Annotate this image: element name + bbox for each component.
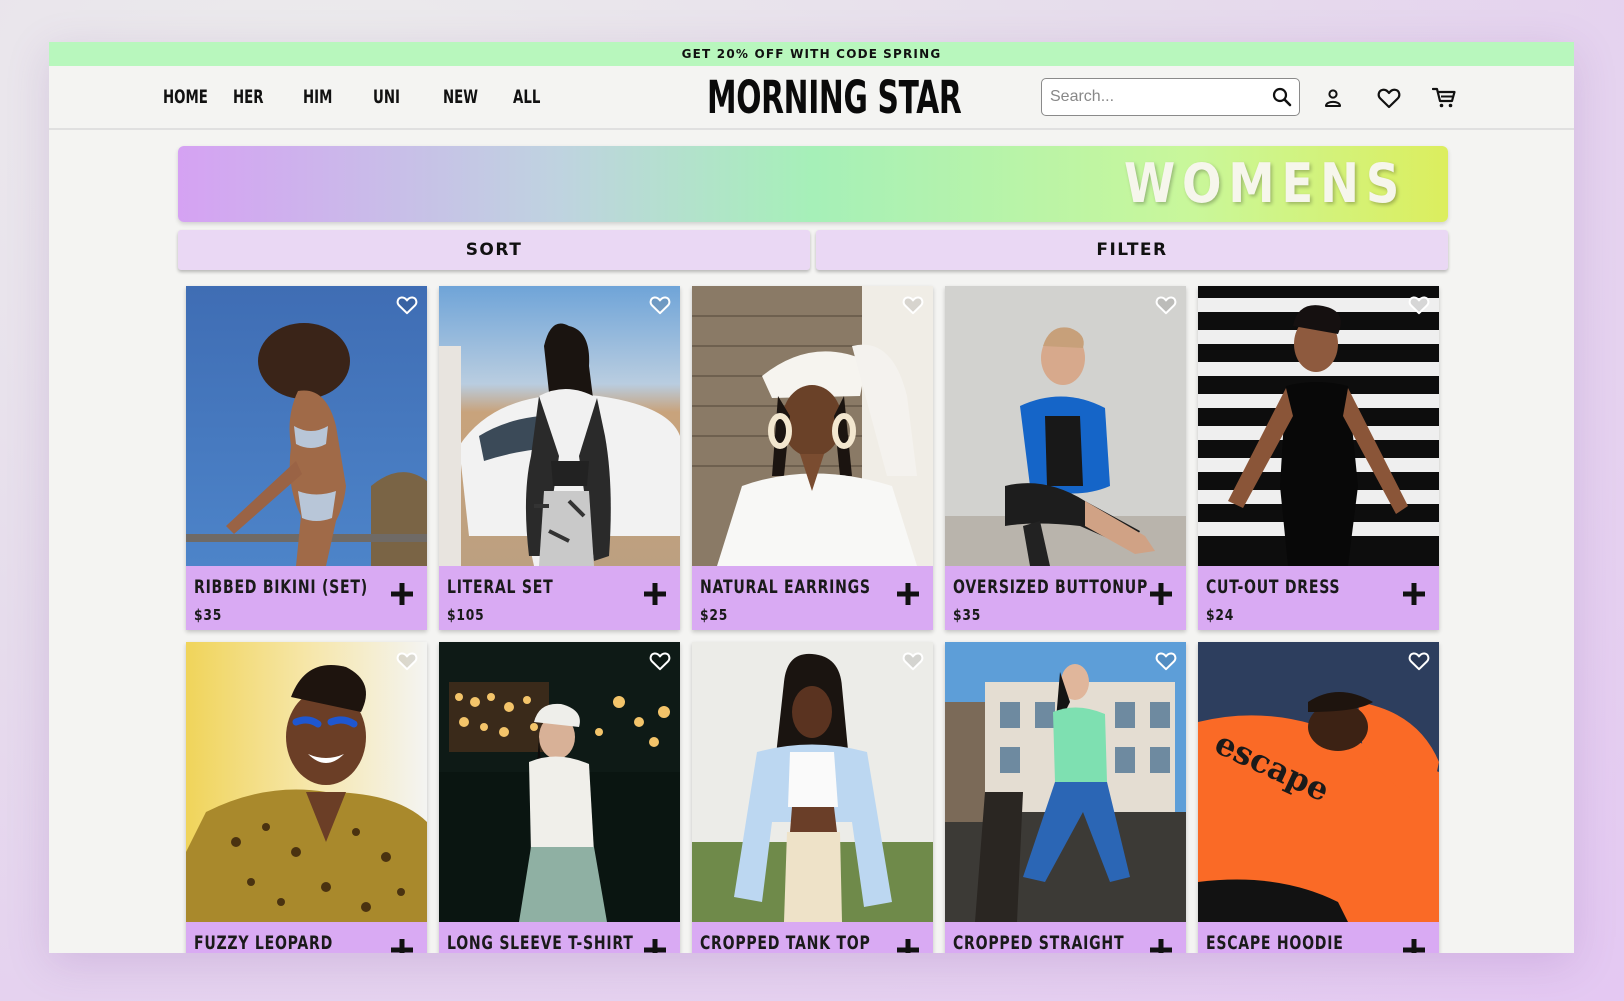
product-info: CROPPED TANK TOP — [692, 922, 933, 953]
nav-her[interactable]: HER — [233, 86, 268, 108]
product-info: LONG SLEEVE T-SHIRT — [439, 922, 680, 953]
product-image[interactable] — [186, 642, 427, 922]
product-info: OVERSIZED BUTTONUP $35 — [945, 566, 1186, 630]
add-to-cart-plus-icon[interactable] — [896, 582, 920, 606]
favorite-heart-icon[interactable] — [396, 651, 418, 671]
nav-home[interactable]: HOME — [163, 86, 208, 108]
favorite-heart-icon[interactable] — [1408, 651, 1430, 671]
nav-uni[interactable]: UNI — [373, 86, 408, 108]
filter-button[interactable]: FILTER — [816, 230, 1448, 270]
product-info: FUZZY LEOPARD — [186, 922, 427, 953]
product-image[interactable] — [1198, 286, 1439, 566]
product-name[interactable]: CUT-OUT DRESS — [1206, 576, 1340, 598]
nav-all[interactable]: ALL — [513, 86, 548, 108]
product-card[interactable]: CROPPED STRAIGHT — [945, 642, 1186, 953]
nav-new[interactable]: NEW — [443, 86, 478, 108]
category-banner: WOMENS — [178, 146, 1448, 222]
site-header: HOME HER HIM UNI NEW ALL MORNING STAR — [49, 66, 1574, 130]
favorite-heart-icon[interactable] — [1155, 295, 1177, 315]
product-card[interactable]: CROPPED TANK TOP — [692, 642, 933, 953]
product-name[interactable]: LONG SLEEVE T-SHIRT — [447, 932, 634, 953]
product-image[interactable] — [945, 642, 1186, 922]
product-name[interactable]: CROPPED TANK TOP — [700, 932, 871, 953]
product-info: CROPPED STRAIGHT — [945, 922, 1186, 953]
add-to-cart-plus-icon[interactable] — [643, 582, 667, 606]
product-name[interactable]: NATURAL EARRINGS — [700, 576, 871, 598]
product-info: LITERAL SET $105 — [439, 566, 680, 630]
favorite-heart-icon[interactable] — [902, 651, 924, 671]
product-price: $35 — [194, 606, 223, 624]
product-name[interactable]: FUZZY LEOPARD — [194, 932, 333, 953]
product-card[interactable]: LONG SLEEVE T-SHIRT — [439, 642, 680, 953]
product-card[interactable]: escape ESCAPE HOODIE — [1198, 642, 1439, 953]
add-to-cart-plus-icon[interactable] — [1402, 582, 1426, 606]
add-to-cart-plus-icon[interactable] — [1402, 938, 1426, 953]
favorite-heart-icon[interactable] — [1408, 295, 1430, 315]
nav-him[interactable]: HIM — [303, 86, 338, 108]
product-image[interactable] — [692, 642, 933, 922]
favorite-heart-icon[interactable] — [649, 295, 671, 315]
product-image[interactable] — [439, 286, 680, 566]
product-image[interactable] — [186, 286, 427, 566]
product-grid: RIBBED BIKINI (SET) $35 LITERAL SET $105… — [186, 286, 1439, 953]
product-price: $105 — [447, 606, 485, 624]
product-card[interactable]: LITERAL SET $105 — [439, 286, 680, 630]
product-card[interactable]: NATURAL EARRINGS $25 — [692, 286, 933, 630]
add-to-cart-plus-icon[interactable] — [643, 938, 667, 953]
product-info: NATURAL EARRINGS $25 — [692, 566, 933, 630]
product-image[interactable] — [945, 286, 1186, 566]
add-to-cart-plus-icon[interactable] — [896, 938, 920, 953]
site-logo[interactable]: MORNING STAR — [707, 70, 962, 126]
promo-bar: GET 20% OFF WITH CODE SPRING — [49, 42, 1574, 66]
product-name[interactable]: RIBBED BIKINI (SET) — [194, 576, 368, 598]
favorite-heart-icon[interactable] — [649, 651, 671, 671]
add-to-cart-plus-icon[interactable] — [1149, 582, 1173, 606]
product-price: $35 — [953, 606, 982, 624]
product-card[interactable]: OVERSIZED BUTTONUP $35 — [945, 286, 1186, 630]
product-image[interactable]: escape — [1198, 642, 1439, 922]
product-card[interactable]: RIBBED BIKINI (SET) $35 — [186, 286, 427, 630]
product-name[interactable]: OVERSIZED BUTTONUP — [953, 576, 1148, 598]
product-info: RIBBED BIKINI (SET) $35 — [186, 566, 427, 630]
promo-text: GET 20% OFF WITH CODE — [681, 47, 879, 61]
product-name[interactable]: LITERAL SET — [447, 576, 553, 598]
product-card[interactable]: FUZZY LEOPARD — [186, 642, 427, 953]
promo-code: SPRING — [883, 47, 942, 61]
search-icon[interactable] — [1265, 87, 1299, 107]
add-to-cart-plus-icon[interactable] — [390, 938, 414, 953]
sort-button[interactable]: SORT — [178, 230, 810, 270]
browser-viewport: GET 20% OFF WITH CODE SPRING HOME HER HI… — [49, 42, 1574, 953]
favorite-heart-icon[interactable] — [396, 295, 418, 315]
main-nav: HOME HER HIM UNI NEW ALL — [163, 66, 583, 128]
product-name[interactable]: CROPPED STRAIGHT — [953, 932, 1124, 953]
search-input[interactable] — [1050, 88, 1265, 106]
add-to-cart-plus-icon[interactable] — [1149, 938, 1173, 953]
product-image[interactable] — [439, 642, 680, 922]
wishlist-icon[interactable] — [1377, 86, 1401, 110]
search-box — [1041, 78, 1300, 116]
add-to-cart-plus-icon[interactable] — [390, 582, 414, 606]
product-info: CUT-OUT DRESS $24 — [1198, 566, 1439, 630]
favorite-heart-icon[interactable] — [902, 295, 924, 315]
product-card[interactable]: CUT-OUT DRESS $24 — [1198, 286, 1439, 630]
cart-icon[interactable] — [1432, 86, 1456, 110]
banner-title: WOMENS — [1123, 152, 1406, 215]
favorite-heart-icon[interactable] — [1155, 651, 1177, 671]
product-image[interactable] — [692, 286, 933, 566]
product-price: $24 — [1206, 606, 1235, 624]
product-name[interactable]: ESCAPE HOODIE — [1206, 932, 1344, 953]
product-info: ESCAPE HOODIE — [1198, 922, 1439, 953]
product-price: $25 — [700, 606, 729, 624]
account-icon[interactable] — [1321, 86, 1345, 110]
